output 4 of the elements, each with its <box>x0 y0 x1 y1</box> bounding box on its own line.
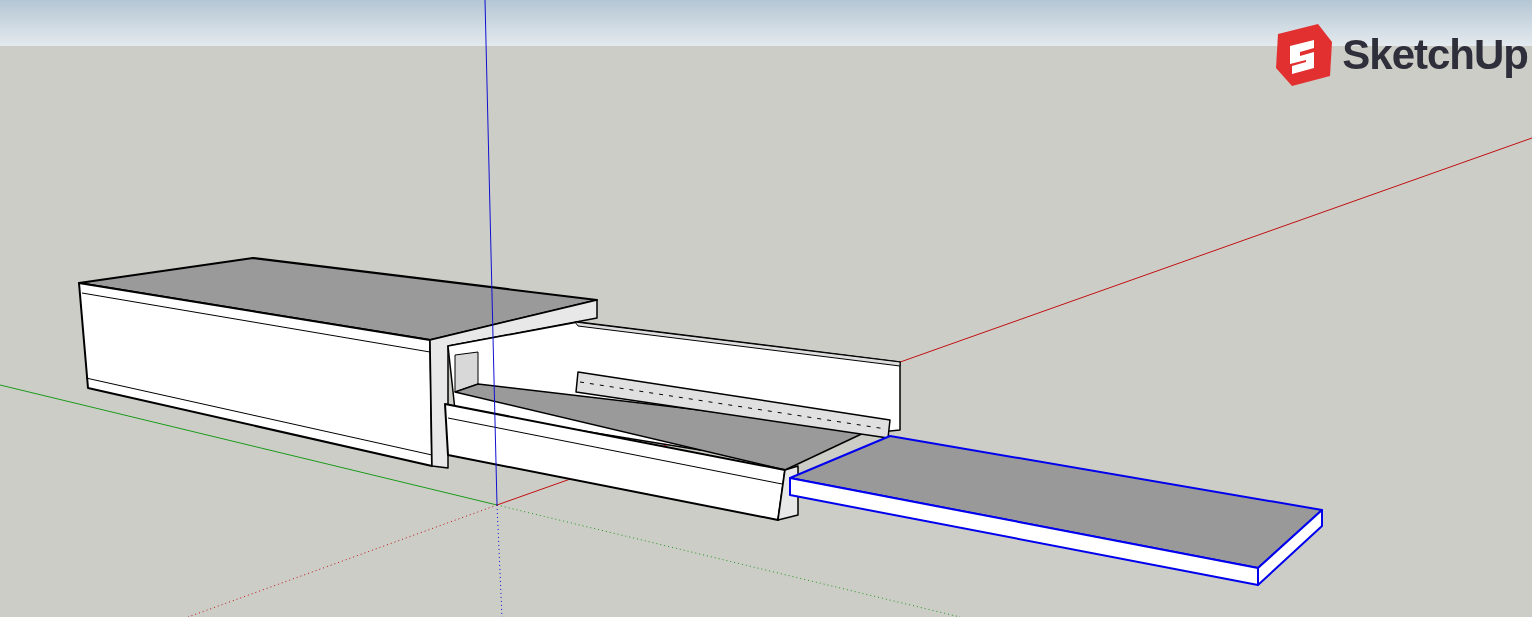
logo-text: SketchUp <box>1342 31 1528 79</box>
logo-icon <box>1274 24 1335 86</box>
selected-board-drawing[interactable] <box>789 435 1323 586</box>
viewport-canvas[interactable]: SketchUp <box>0 0 1532 617</box>
